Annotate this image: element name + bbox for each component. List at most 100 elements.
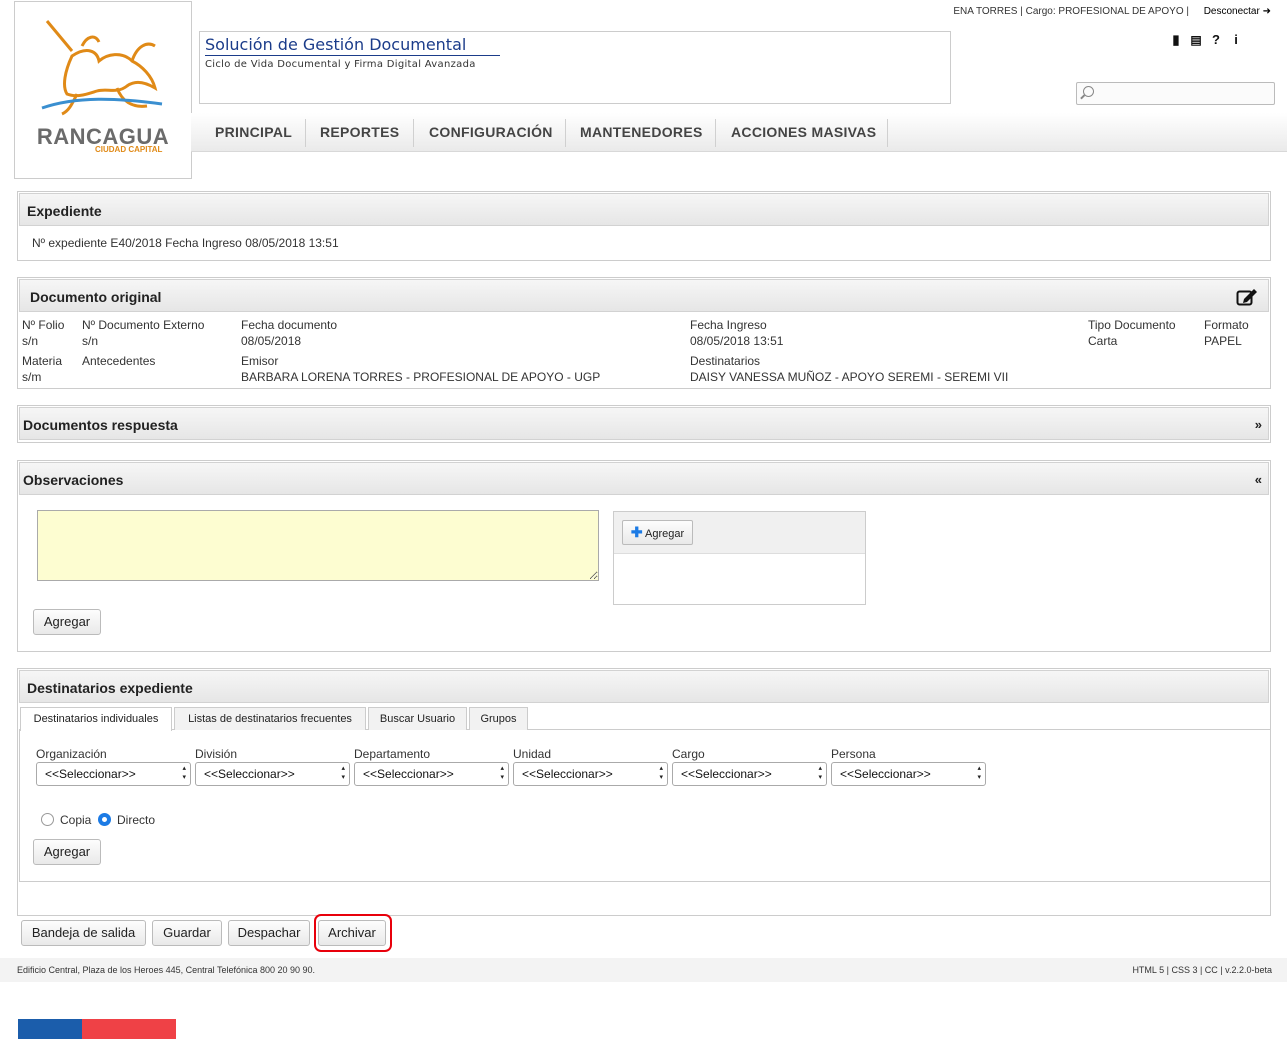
despachar-button[interactable]: Despachar [228, 920, 310, 946]
departamento-select[interactable]: <<Seleccionar>> [354, 762, 509, 786]
formato-label: Formato [1204, 318, 1249, 332]
unidad-select[interactable]: <<Seleccionar>> [513, 762, 668, 786]
unidad-label: Unidad [513, 747, 552, 761]
documento-panel: Documento original Nº Folio s/n Nº Docum… [17, 277, 1271, 389]
attachment-box: ✚ Agregar [613, 511, 866, 605]
externo-value: s/n [82, 334, 99, 348]
guardar-button[interactable]: Guardar [152, 920, 222, 946]
respuesta-panel[interactable]: Documentos respuesta » [17, 405, 1271, 443]
expediente-info: Nº expediente E40/2018 Fecha Ingreso 08/… [32, 236, 339, 250]
edit-icon[interactable] [1236, 287, 1258, 306]
tab-listas-frecuentes[interactable]: Listas de destinatarios frecuentes [174, 707, 366, 730]
fecha-documento-label: Fecha documento [241, 318, 338, 332]
externo-label: Nº Documento Externo [82, 318, 205, 332]
search-icon [1083, 86, 1094, 97]
expediente-title: Expediente [27, 203, 102, 219]
tab-destinatarios-individuales[interactable]: Destinatarios individuales [20, 707, 172, 731]
tab-grupos[interactable]: Grupos [469, 707, 528, 730]
app-title-box: Solución de Gestión Documental Ciclo de … [199, 31, 951, 104]
destinatarios-label: Destinatarios [690, 354, 761, 368]
logo: RANCAGUA CIUDAD CAPITAL [14, 1, 192, 179]
search-input[interactable] [1076, 82, 1275, 105]
directo-radio[interactable] [98, 813, 111, 826]
destinatarios-header: Destinatarios expediente [19, 670, 1269, 703]
documento-title: Documento original [30, 289, 162, 305]
plus-icon: ✚ [630, 524, 643, 540]
emisor-value: BARBARA LORENA TORRES - PROFESIONAL DE A… [241, 370, 601, 384]
tipo-documento-value: Carta [1088, 334, 1118, 348]
tipo-documento-label: Tipo Documento [1088, 318, 1176, 332]
add-attachment-label: Agregar [645, 528, 685, 540]
cargo-select[interactable]: <<Seleccionar>> [672, 762, 827, 786]
departamento-label: Departamento [354, 747, 431, 761]
antecedentes-label: Antecedentes [82, 354, 156, 368]
expand-icon[interactable]: » [1255, 417, 1262, 432]
nav-separator [887, 119, 888, 147]
logo-subtext: CIUDAD CAPITAL [95, 145, 163, 154]
main-nav: PRINCIPAL REPORTES CONFIGURACIÓN MANTENE… [191, 113, 1287, 152]
help-icon[interactable]: ? [1206, 32, 1226, 47]
respuesta-header[interactable]: Documentos respuesta » [19, 407, 1269, 440]
collapse-icon[interactable]: « [1255, 472, 1262, 487]
destinatarios-title: Destinatarios expediente [27, 680, 193, 696]
division-label: División [195, 747, 238, 761]
persona-label: Persona [831, 747, 876, 761]
app-subtitle: Ciclo de Vida Documental y Firma Digital… [205, 59, 476, 70]
observaciones-header[interactable]: Observaciones « [19, 462, 1269, 495]
logout-label: Desconectar [1203, 6, 1260, 17]
expediente-header: Expediente [19, 193, 1269, 226]
copia-label: Copia [60, 813, 92, 827]
materia-value: s/m [22, 370, 42, 384]
respuesta-title: Documentos respuesta [23, 417, 178, 433]
book-icon[interactable]: ▮ [1166, 32, 1186, 48]
flag-red-bar [82, 1019, 176, 1039]
emisor-label: Emisor [241, 354, 279, 368]
nav-reportes[interactable]: REPORTES [320, 124, 399, 140]
observaciones-title: Observaciones [23, 472, 124, 488]
nav-acciones-masivas[interactable]: ACCIONES MASIVAS [731, 124, 876, 140]
footer-meta: HTML 5 | CSS 3 | CC | v.2.2.0-beta [1132, 965, 1272, 975]
cargo-label: Cargo [672, 747, 705, 761]
add-observacion-button[interactable]: Agregar [33, 609, 101, 635]
info-icon[interactable]: i [1226, 32, 1246, 47]
exit-icon: ➜ [1262, 6, 1271, 17]
archivar-button[interactable]: Archivar [318, 920, 386, 946]
header-icons: ▮ ▤? i [1166, 32, 1256, 50]
destinatarios-value: DAISY VANESSA MUÑOZ - APOYO SEREMI - SER… [690, 370, 1009, 384]
horse-rider-logo-icon [41, 20, 163, 116]
persona-select[interactable]: <<Seleccionar>> [831, 762, 986, 786]
fecha-documento-value: 08/05/2018 [241, 334, 302, 348]
flag-blue-bar [18, 1019, 82, 1039]
organizacion-label: Organización [36, 747, 107, 761]
newspaper-icon[interactable]: ▤ [1186, 33, 1206, 47]
materia-label: Materia [22, 354, 63, 368]
nav-mantenedores[interactable]: MANTENEDORES [580, 124, 703, 140]
folio-value: s/n [22, 334, 39, 348]
organizacion-select[interactable]: <<Seleccionar>> [36, 762, 191, 786]
nav-configuracion[interactable]: CONFIGURACIÓN [429, 124, 553, 140]
copia-radio[interactable] [41, 813, 54, 826]
add-attachment-button[interactable]: ✚ Agregar [622, 520, 693, 545]
nav-separator [715, 119, 716, 147]
fecha-ingreso-label: Fecha Ingreso [690, 318, 767, 332]
footer-address: Edificio Central, Plaza de los Heroes 44… [17, 965, 316, 975]
formato-value: PAPEL [1204, 334, 1242, 348]
user-info: ENA TORRES | Cargo: PROFESIONAL DE APOYO… [953, 6, 1189, 17]
directo-label: Directo [117, 813, 156, 827]
nav-separator [565, 119, 566, 147]
expediente-panel: Expediente Nº expediente E40/2018 Fecha … [17, 191, 1271, 261]
footer: Edificio Central, Plaza de los Heroes 44… [0, 958, 1287, 982]
app-title: Solución de Gestión Documental [205, 35, 500, 56]
tab-buscar-usuario[interactable]: Buscar Usuario [368, 707, 467, 730]
bandeja-salida-button[interactable]: Bandeja de salida [21, 920, 146, 946]
logout-link[interactable]: Desconectar ➜ [1204, 6, 1271, 17]
observacion-textarea[interactable] [37, 510, 599, 581]
observaciones-panel: Observaciones « ✚ Agregar Agregar [17, 460, 1271, 652]
nav-principal[interactable]: PRINCIPAL [215, 124, 292, 140]
add-destinatario-button[interactable]: Agregar [33, 839, 101, 865]
fecha-ingreso-value: 08/05/2018 13:51 [690, 334, 784, 348]
documento-header: Documento original [19, 279, 1269, 312]
nav-separator [305, 119, 306, 147]
division-select[interactable]: <<Seleccionar>> [195, 762, 350, 786]
folio-label: Nº Folio [22, 318, 65, 332]
